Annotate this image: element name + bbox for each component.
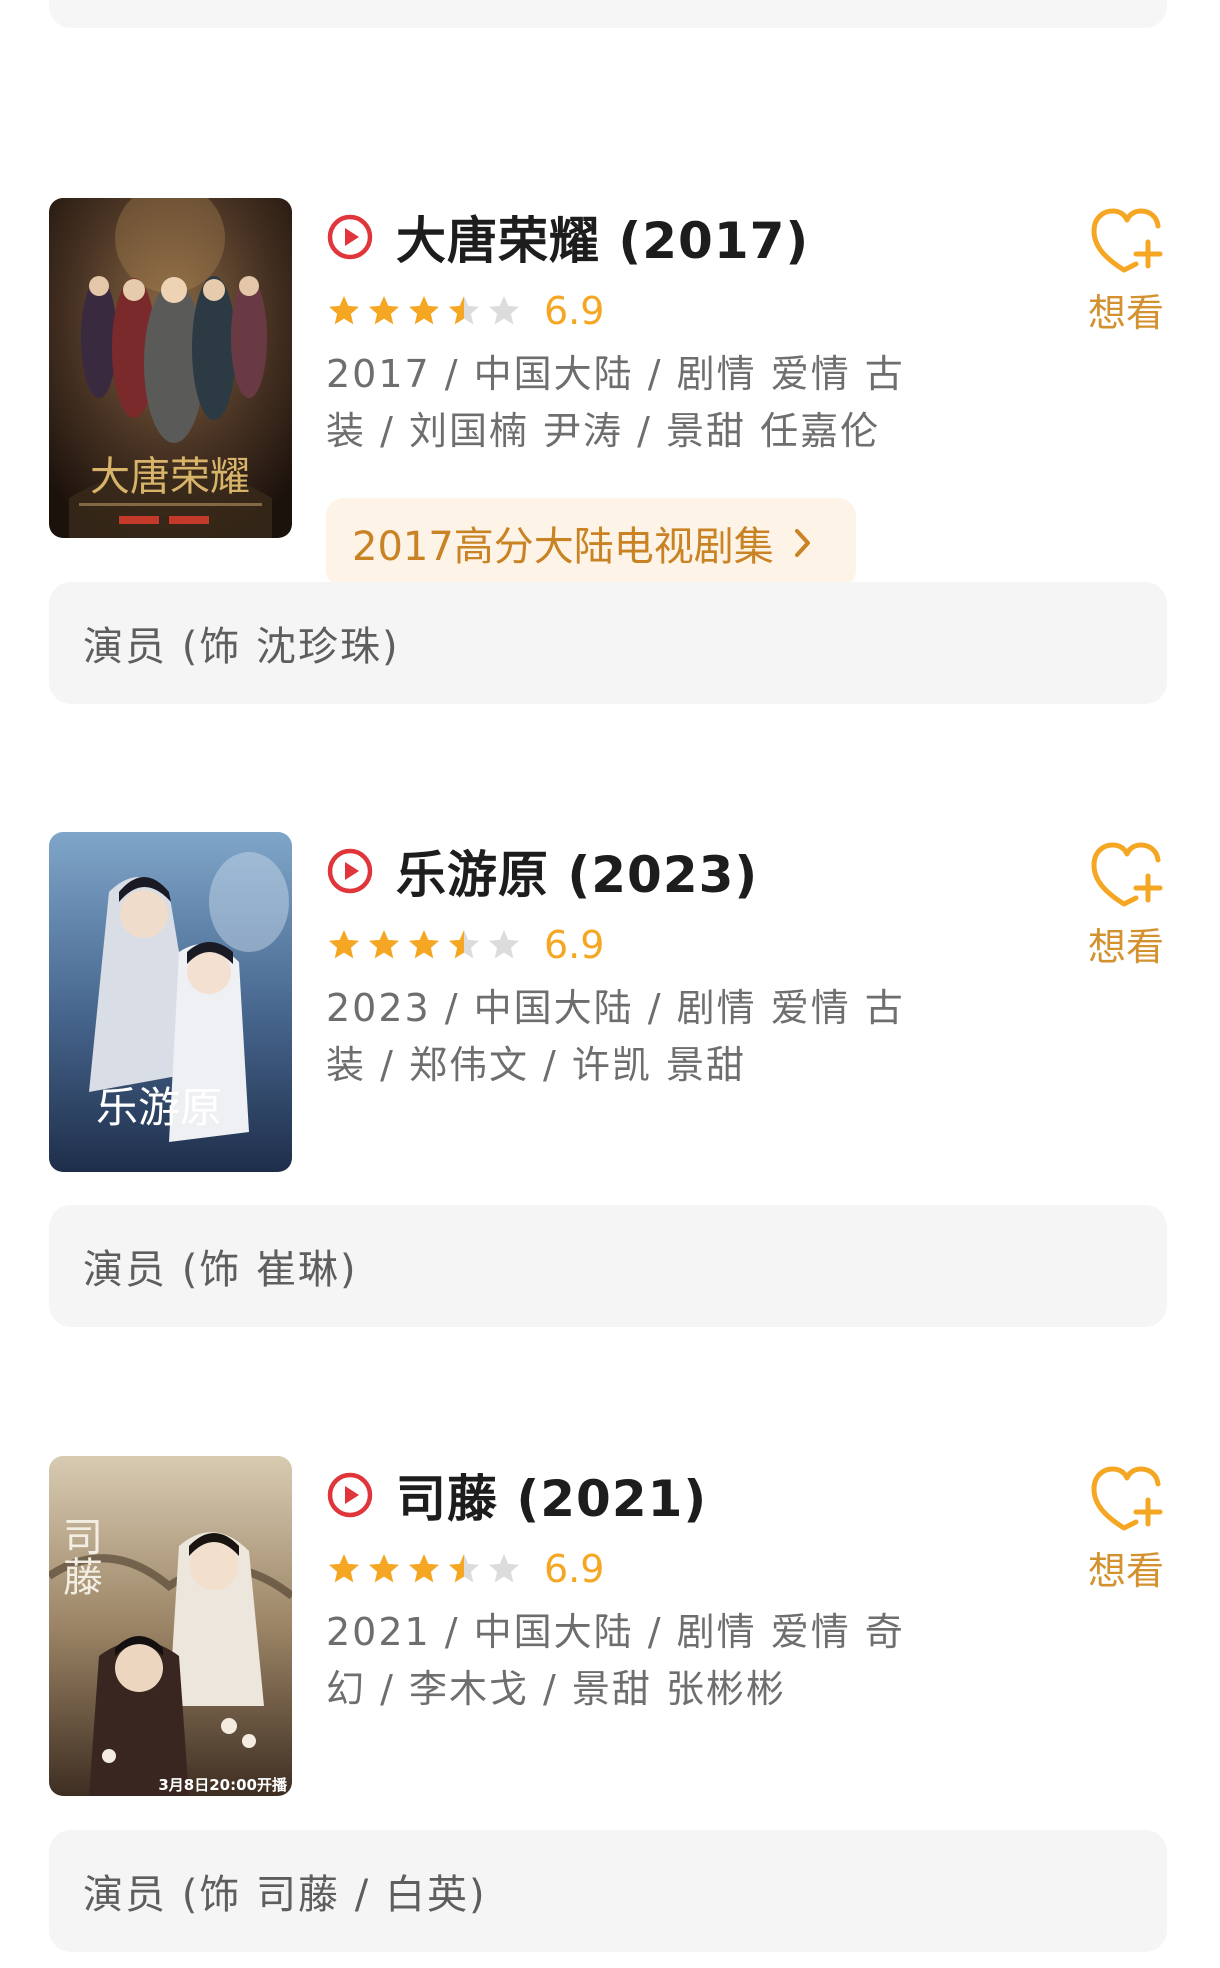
star-full-icon bbox=[329, 1554, 359, 1583]
star-full-icon bbox=[329, 930, 359, 959]
rating: 6.9 bbox=[326, 286, 604, 336]
role-text: 演员 (饰 沈珍珠) bbox=[83, 624, 400, 670]
star-half-icon bbox=[449, 1554, 479, 1583]
movie-meta: 2021 / 中国大陆 / 剧情 爱情 奇 幻 / 李木戈 / 景甜 张彬彬 bbox=[326, 1604, 926, 1718]
meta-line: 装 / 郑伟文 / 许凯 景甜 bbox=[326, 1043, 747, 1087]
movie-card[interactable]: 司藤 3月8日20:00开播 司藤 (2021) 6.9 2021 / 中国大陆… bbox=[0, 1456, 1220, 1816]
movie-meta: 2023 / 中国大陆 / 剧情 爱情 古 装 / 郑伟文 / 许凯 景甜 bbox=[326, 980, 926, 1094]
title-row[interactable]: 乐游原 (2023) bbox=[326, 840, 758, 904]
star-empty-icon bbox=[489, 1554, 519, 1583]
rating-score: 6.9 bbox=[544, 289, 605, 333]
page: 大唐荣耀 大唐荣耀 (2017) 6.9 2017 / 中国大陆 / 剧情 爱情… bbox=[0, 0, 1220, 1968]
rating-score: 6.9 bbox=[544, 923, 605, 967]
movie-poster[interactable]: 司藤 3月8日20:00开播 bbox=[49, 1456, 292, 1796]
star-rating bbox=[326, 1551, 526, 1587]
want-to-watch-button[interactable]: 想看 bbox=[1080, 832, 1172, 969]
meta-line: 2023 / 中国大陆 / 剧情 爱情 古 bbox=[326, 986, 905, 1030]
star-full-icon bbox=[409, 1554, 439, 1583]
star-full-icon bbox=[369, 1554, 399, 1583]
play-icon[interactable] bbox=[326, 847, 374, 895]
meta-line: 幻 / 李木戈 / 景甜 张彬彬 bbox=[326, 1667, 787, 1711]
want-to-watch-label: 想看 bbox=[1087, 291, 1164, 335]
movie-poster[interactable]: 大唐荣耀 bbox=[49, 198, 292, 538]
collection-label: 2017高分大陆电视剧集 bbox=[352, 524, 774, 570]
star-full-icon bbox=[369, 296, 399, 325]
heart-plus-icon bbox=[1091, 1466, 1163, 1531]
movie-card[interactable]: 大唐荣耀 大唐荣耀 (2017) 6.9 2017 / 中国大陆 / 剧情 爱情… bbox=[0, 198, 1220, 588]
star-half-icon bbox=[449, 296, 479, 325]
rating: 6.9 bbox=[326, 920, 604, 970]
previous-role-box bbox=[49, 0, 1167, 28]
rating-score: 6.9 bbox=[544, 1547, 605, 1591]
movie-poster[interactable]: 乐游原 bbox=[49, 832, 292, 1172]
poster-title-text: 大唐荣耀 bbox=[90, 454, 250, 500]
star-full-icon bbox=[369, 930, 399, 959]
poster-title-text: 乐游原 bbox=[96, 1083, 222, 1132]
title-row[interactable]: 大唐荣耀 (2017) bbox=[326, 206, 809, 270]
role-box: 演员 (饰 沈珍珠) bbox=[49, 582, 1167, 704]
title-row[interactable]: 司藤 (2021) bbox=[326, 1464, 707, 1528]
role-box: 演员 (饰 司藤 / 白英) bbox=[49, 1830, 1167, 1952]
role-text: 演员 (饰 司藤 / 白英) bbox=[83, 1872, 487, 1918]
star-full-icon bbox=[329, 296, 359, 325]
star-rating bbox=[326, 293, 526, 329]
play-icon[interactable] bbox=[326, 213, 374, 261]
heart-plus-icon bbox=[1091, 842, 1163, 907]
want-to-watch-button[interactable]: 想看 bbox=[1080, 198, 1172, 335]
movie-card[interactable]: 乐游原 乐游原 (2023) 6.9 2023 / 中国大陆 / 剧情 爱情 古… bbox=[0, 832, 1220, 1192]
rating: 6.9 bbox=[326, 1544, 604, 1594]
movie-title[interactable]: 大唐荣耀 (2017) bbox=[396, 201, 809, 273]
star-full-icon bbox=[409, 296, 439, 325]
want-to-watch-label: 想看 bbox=[1087, 1549, 1164, 1593]
meta-line: 2017 / 中国大陆 / 剧情 爱情 古 bbox=[326, 352, 905, 396]
role-text: 演员 (饰 崔琳) bbox=[83, 1247, 358, 1293]
poster-caption: 3月8日20:00开播 bbox=[158, 1776, 288, 1794]
star-empty-icon bbox=[489, 296, 519, 325]
want-to-watch-button[interactable]: 想看 bbox=[1080, 1456, 1172, 1593]
star-empty-icon bbox=[489, 930, 519, 959]
movie-title[interactable]: 乐游原 (2023) bbox=[396, 835, 758, 907]
chevron-right-icon bbox=[794, 529, 810, 557]
star-half-icon bbox=[449, 930, 479, 959]
meta-line: 2021 / 中国大陆 / 剧情 爱情 奇 bbox=[326, 1610, 905, 1654]
heart-plus-icon bbox=[1091, 208, 1163, 273]
movie-title[interactable]: 司藤 (2021) bbox=[396, 1459, 707, 1531]
poster-title-text: 司藤 bbox=[56, 1516, 102, 1596]
role-box: 演员 (饰 崔琳) bbox=[49, 1205, 1167, 1327]
star-rating bbox=[326, 927, 526, 963]
meta-line: 装 / 刘国楠 尹涛 / 景甜 任嘉伦 bbox=[326, 409, 881, 453]
movie-meta: 2017 / 中国大陆 / 剧情 爱情 古 装 / 刘国楠 尹涛 / 景甜 任嘉… bbox=[326, 346, 926, 460]
collection-link-button[interactable]: 2017高分大陆电视剧集 bbox=[326, 498, 856, 588]
star-full-icon bbox=[409, 930, 439, 959]
want-to-watch-label: 想看 bbox=[1087, 925, 1164, 969]
play-icon[interactable] bbox=[326, 1471, 374, 1519]
